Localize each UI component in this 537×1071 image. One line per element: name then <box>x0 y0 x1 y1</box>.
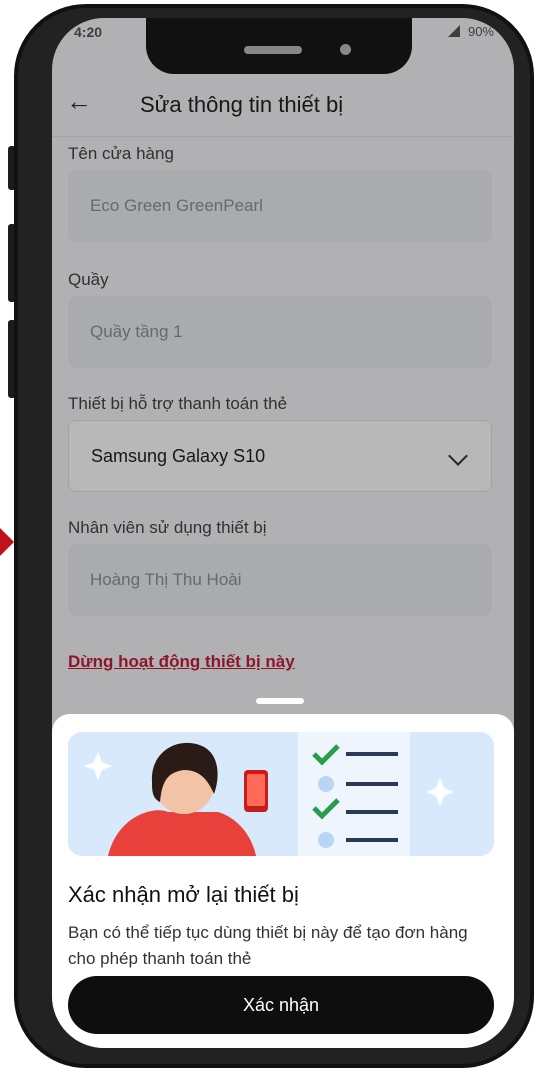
confirm-button[interactable]: Xác nhận <box>68 976 494 1034</box>
bottom-sheet: Xác nhận mở lại thiết bị Bạn có thể tiếp… <box>52 714 514 1048</box>
sheet-drag-handle[interactable] <box>256 698 304 704</box>
sheet-description: Bạn có thể tiếp tục dùng thiết bị này để… <box>68 923 468 968</box>
speaker-grille <box>244 46 302 54</box>
confirm-illustration <box>68 732 494 856</box>
front-camera <box>340 44 351 55</box>
illustration-graphic <box>68 732 494 856</box>
phone-screen: 4:20 90% ← Sửa thông tin thiết bị Tên cử… <box>52 18 514 1048</box>
pointer-arrow-icon <box>0 528 14 556</box>
sheet-title: Xác nhận mở lại thiết bị <box>68 882 299 907</box>
phone-notch <box>146 18 412 74</box>
